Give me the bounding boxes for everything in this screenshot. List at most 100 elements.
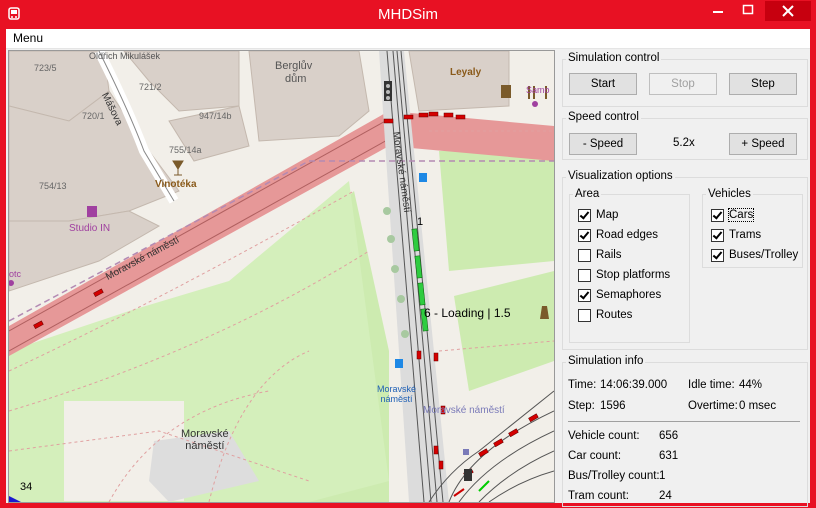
map-label-samo: Samo bbox=[526, 85, 550, 95]
time-label: Time: bbox=[568, 379, 597, 391]
checkbox-rails[interactable]: Rails bbox=[578, 247, 622, 263]
checkbox-map[interactable]: Map bbox=[578, 207, 618, 223]
vehicle-count-value: 656 bbox=[659, 430, 679, 442]
checkbox-box[interactable] bbox=[578, 309, 591, 322]
checkbox-cars[interactable]: Cars bbox=[711, 207, 755, 223]
tram-count-label: Tram count: bbox=[568, 490, 629, 502]
checkbox-routes[interactable]: Routes bbox=[578, 307, 632, 323]
checkbox-label: Rails bbox=[596, 249, 622, 261]
checkbox-box[interactable] bbox=[578, 289, 591, 302]
bar-icon bbox=[501, 85, 511, 98]
map-label-berglav: Berglův bbox=[275, 60, 313, 72]
speed-up-button[interactable]: + Speed bbox=[729, 133, 797, 155]
simulation-control-title: Simulation control bbox=[566, 52, 662, 64]
map-label-stop-lower: Moravské náměstí bbox=[423, 405, 505, 416]
map-label-leyaly: Leyaly bbox=[450, 67, 482, 78]
minimize-button[interactable] bbox=[704, 2, 732, 22]
map-label-studio-in: Studio IN bbox=[69, 223, 111, 234]
client-area: Menu Oldřich Mikulášek 723/5 721/2 720/1… bbox=[6, 29, 810, 507]
maximize-button[interactable] bbox=[734, 2, 762, 22]
checkbox-label: Stop platforms bbox=[596, 269, 671, 281]
close-icon bbox=[782, 5, 794, 17]
simulation-control-group: Simulation control Start Stop Step bbox=[562, 52, 808, 107]
checkbox-box[interactable] bbox=[711, 249, 724, 262]
map-label-house: 723/5 bbox=[34, 63, 57, 73]
map-label-stop-line1: Moravské bbox=[377, 384, 417, 394]
map-view[interactable]: Oldřich Mikulášek 723/5 721/2 720/1 947/… bbox=[8, 50, 555, 503]
checkbox-box[interactable] bbox=[578, 269, 591, 282]
checkbox-box[interactable] bbox=[578, 209, 591, 222]
overtime-value: 0 msec bbox=[739, 400, 777, 412]
checkbox-box[interactable] bbox=[578, 249, 591, 262]
map-label-berglav-dum: dům bbox=[285, 73, 307, 85]
checkbox-label: Routes bbox=[596, 309, 633, 321]
idle-label: Idle time: bbox=[688, 379, 735, 391]
car-count-label: Car count: bbox=[568, 450, 622, 462]
tram-marker-label: 1 bbox=[417, 216, 424, 228]
checkbox-buses[interactable]: Buses/Trolley bbox=[711, 247, 798, 263]
map-label-house: 755/14a bbox=[169, 145, 202, 155]
checkbox-road-edges[interactable]: Road edges bbox=[578, 227, 658, 243]
close-button[interactable] bbox=[765, 1, 811, 21]
checkbox-label: Cars bbox=[727, 208, 755, 222]
map-label-house: 720/1 bbox=[82, 111, 105, 121]
checkbox-label: Buses/Trolley bbox=[729, 249, 799, 261]
map-label-house: 947/14b bbox=[199, 111, 232, 121]
vehicles-group: Vehicles Cars Trams Buses/Trolley bbox=[702, 188, 803, 268]
area-group: Area Map Road edges Rails Stop platforms… bbox=[569, 188, 690, 343]
map-label-stop: Moravské náměstí bbox=[377, 384, 416, 404]
tram-count-value: 24 bbox=[659, 490, 672, 502]
step-value: 1596 bbox=[600, 400, 626, 412]
checkbox-stop-platforms[interactable]: Stop platforms bbox=[578, 267, 670, 283]
menu-bar: Menu bbox=[6, 29, 810, 49]
checkbox-trams[interactable]: Trams bbox=[711, 227, 761, 243]
minimize-icon bbox=[713, 11, 723, 13]
checkbox-label: Trams bbox=[729, 229, 762, 241]
window-title: MHDSim bbox=[378, 6, 438, 23]
stop-button[interactable]: Stop bbox=[649, 73, 717, 95]
map-label-otc: otc bbox=[9, 269, 22, 279]
zoom-level: 34 bbox=[20, 481, 33, 493]
checkbox-label: Map bbox=[596, 209, 619, 221]
visualization-group: Visualization options Area Map Road edge… bbox=[562, 170, 808, 350]
bus-count-value: 1 bbox=[659, 470, 666, 482]
time-value: 14:06:39.000 bbox=[600, 379, 668, 391]
start-button[interactable]: Start bbox=[569, 73, 637, 95]
map-label-house: 754/13 bbox=[39, 181, 67, 191]
map-label-house: 721/2 bbox=[139, 82, 162, 92]
checkbox-box[interactable] bbox=[711, 229, 724, 242]
speed-down-button[interactable]: - Speed bbox=[569, 133, 637, 155]
overtime-label: Overtime: bbox=[688, 400, 738, 412]
bus-count-label: Bus/Trolley count: bbox=[568, 470, 660, 482]
map-label-square: Moravské náměstí bbox=[181, 428, 229, 452]
simulation-info-group: Simulation info Time: 14:06:39.000 Idle … bbox=[562, 355, 808, 507]
vehicle-count-label: Vehicle count: bbox=[568, 430, 640, 442]
speed-control-title: Speed control bbox=[566, 111, 641, 123]
menu-item-menu[interactable]: Menu bbox=[13, 31, 43, 45]
vehicle-status-label: 6 - Loading | 1.5 bbox=[424, 306, 511, 320]
map-label-square-line1: Moravské bbox=[181, 428, 229, 440]
map-label-stop-line2: náměstí bbox=[380, 394, 413, 404]
cinema-icon bbox=[87, 206, 97, 217]
car-count-value: 631 bbox=[659, 450, 679, 462]
step-button[interactable]: Step bbox=[729, 73, 797, 95]
checkbox-box[interactable] bbox=[711, 209, 724, 222]
map-label-vinoteka: Vinotéka bbox=[155, 179, 197, 190]
area-title: Area bbox=[573, 188, 602, 200]
speed-control-group: Speed control - Speed 5.2x + Speed bbox=[562, 111, 808, 160]
checkbox-box[interactable] bbox=[578, 229, 591, 242]
visualization-title: Visualization options bbox=[566, 170, 675, 182]
map-label-square-line2: náměstí bbox=[185, 440, 225, 452]
title-bar[interactable]: MHDSim bbox=[0, 0, 816, 29]
idle-value: 44% bbox=[739, 379, 763, 391]
control-panel: Simulation control Start Stop Step Speed… bbox=[559, 50, 809, 507]
speed-value: 5.2x bbox=[673, 137, 695, 149]
step-label: Step: bbox=[568, 400, 595, 412]
checkbox-semaphores[interactable]: Semaphores bbox=[578, 287, 661, 303]
simulation-info-title: Simulation info bbox=[566, 355, 646, 367]
maximize-icon bbox=[742, 4, 754, 15]
checkbox-label: Road edges bbox=[596, 229, 659, 241]
vehicles-title: Vehicles bbox=[706, 188, 753, 200]
info-separator bbox=[568, 421, 800, 422]
map-label-mikulasek: Oldřich Mikulášek bbox=[89, 51, 161, 61]
